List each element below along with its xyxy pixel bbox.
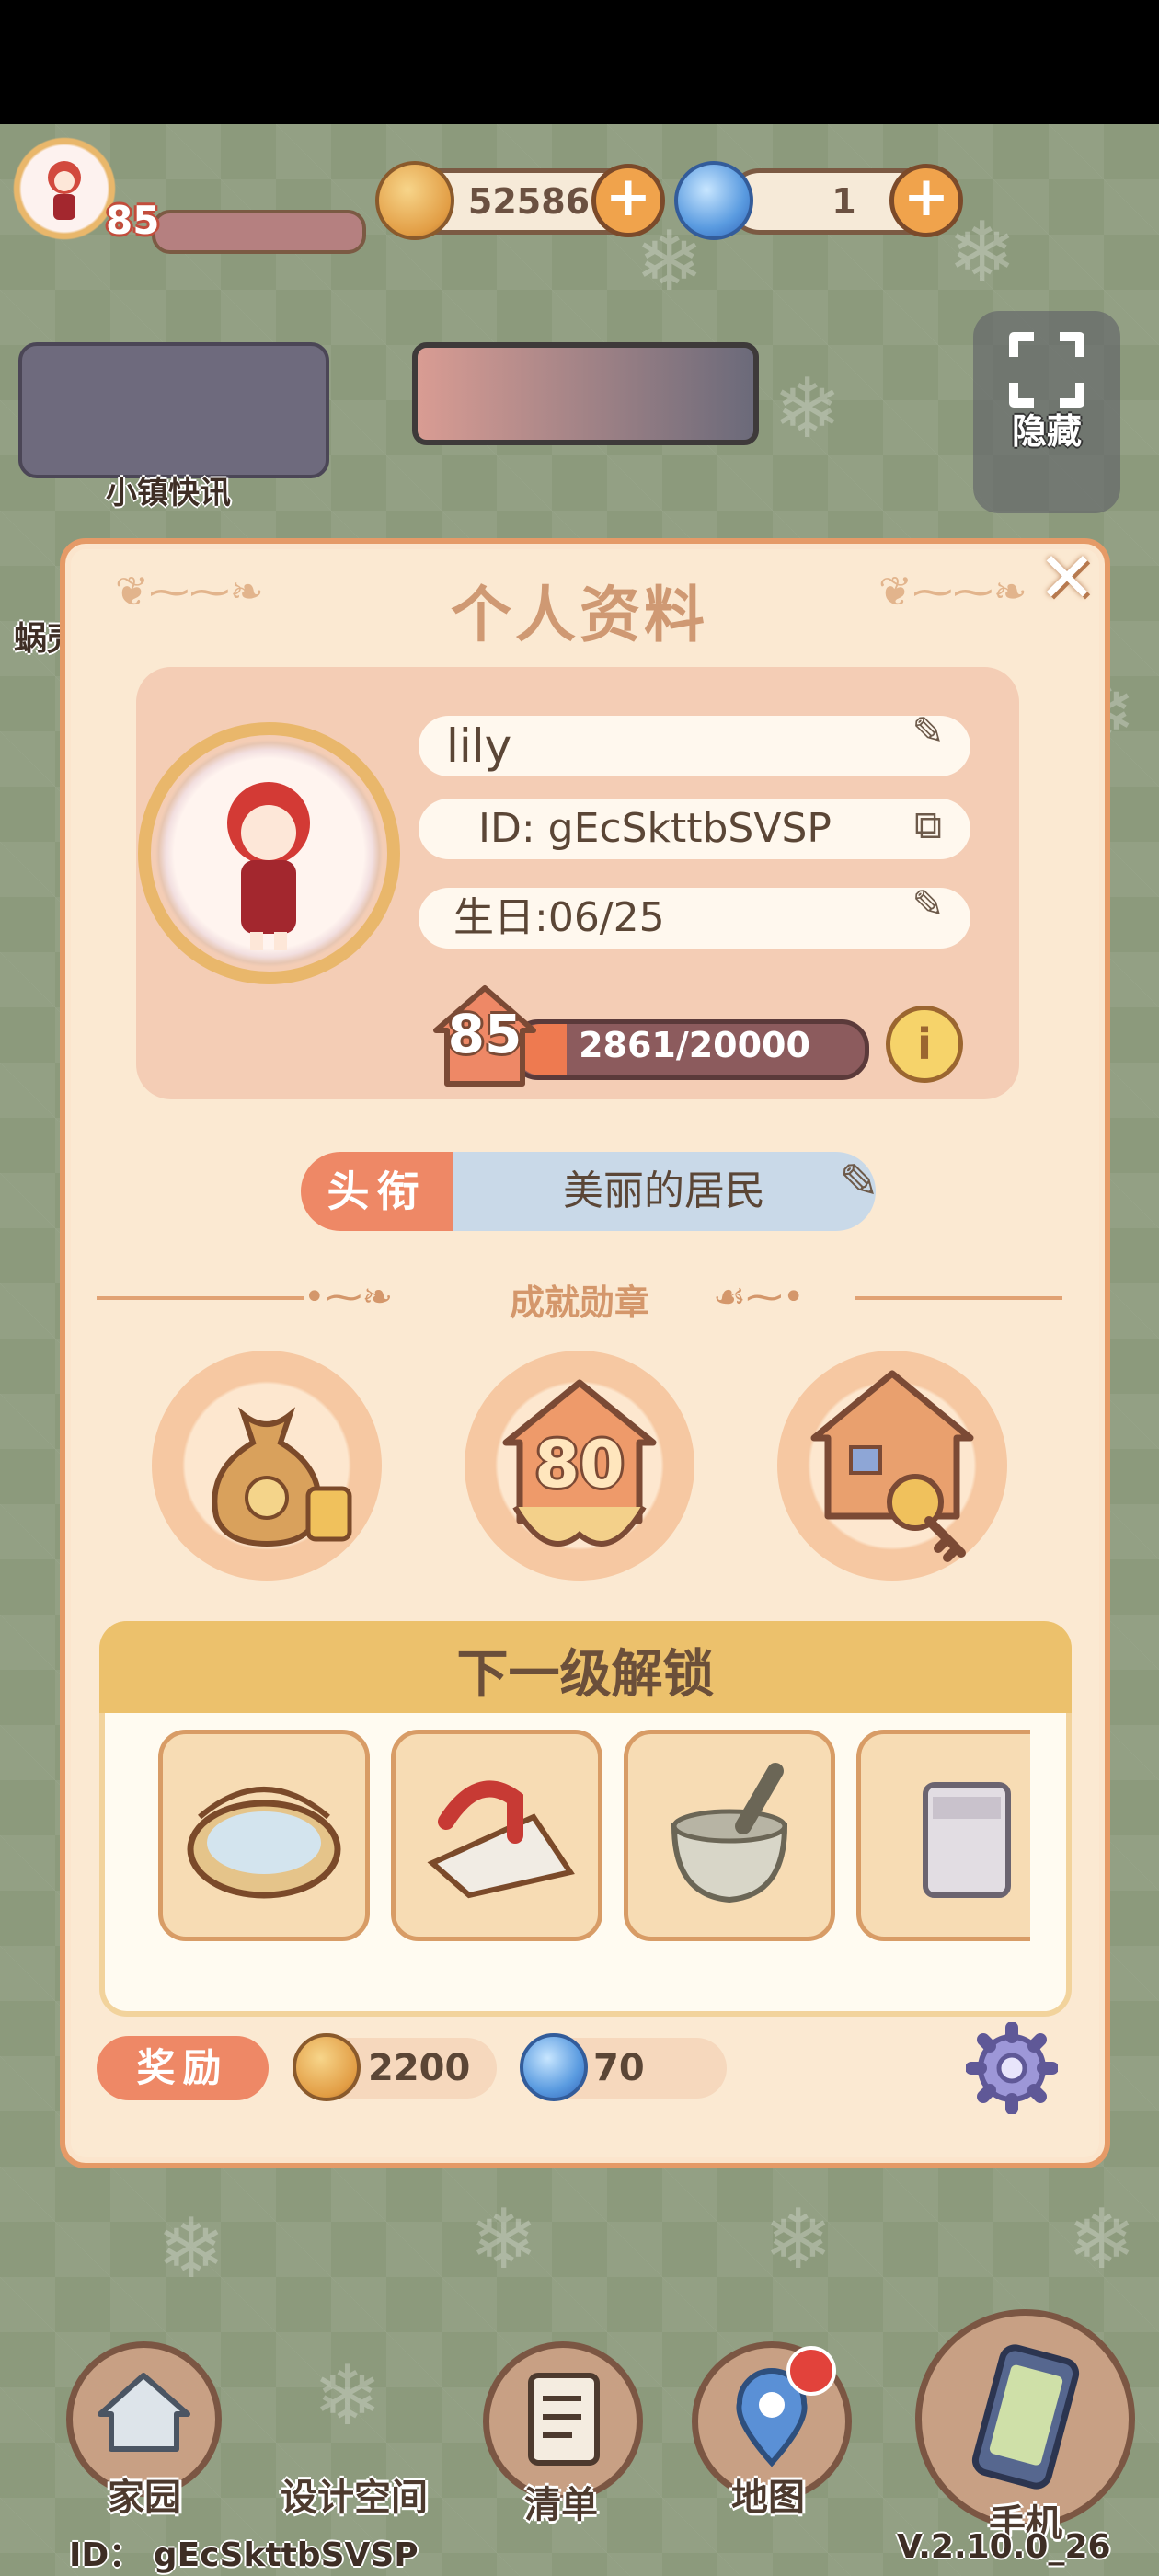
- id-value: ID: gEcSkttbSVSP: [478, 805, 832, 852]
- coin-icon: [375, 161, 454, 240]
- unlock-items-scroller[interactable]: [110, 1720, 1030, 1950]
- town-news-label: 小镇快讯: [106, 475, 231, 512]
- snowflake-icon: ❄: [947, 204, 1017, 301]
- divider-left: [97, 1296, 304, 1300]
- house-key-icon: [810, 1370, 974, 1562]
- nav-design-label[interactable]: 设计空间: [262, 2467, 446, 2521]
- snowflake-icon: ❄: [1067, 2191, 1137, 2288]
- town-news-panel[interactable]: [18, 342, 329, 478]
- medal-80-text: 80: [534, 1427, 625, 1502]
- player-avatar[interactable]: [9, 133, 120, 244]
- profile-level: 85: [447, 1003, 522, 1065]
- status-bar: [0, 0, 1159, 124]
- next-unlock-label: 下一级解锁: [456, 1645, 715, 1705]
- ornament-left-icon: ❦⁓⁓❧: [115, 569, 264, 615]
- copy-id-icon[interactable]: ⧉: [901, 802, 955, 848]
- edit-title-icon[interactable]: ✎: [832, 1158, 886, 1206]
- avatar-frame-ring: [138, 722, 400, 984]
- map-notification-dot: [786, 2346, 836, 2396]
- info-button[interactable]: i: [886, 1006, 963, 1083]
- add-coins-button[interactable]: +: [591, 164, 665, 237]
- snowflake-icon: ❄: [156, 2201, 226, 2297]
- player-xp-bar: [152, 210, 366, 254]
- edit-birthday-icon[interactable]: ✎: [901, 881, 955, 927]
- add-gems-button[interactable]: +: [889, 164, 963, 237]
- gear-icon[interactable]: [966, 2022, 1058, 2114]
- snowflake-icon: ❄: [773, 361, 843, 457]
- gem-icon: [674, 161, 753, 240]
- unlock-item[interactable]: [158, 1730, 370, 1941]
- hide-label: 隐藏: [1011, 411, 1082, 452]
- medal-house-key[interactable]: [777, 1351, 1007, 1581]
- footer-version: V.2.10.0_26: [897, 2528, 1111, 2566]
- reward-label: 奖励: [97, 2036, 269, 2100]
- nav-home-label: 家园: [108, 2477, 181, 2519]
- title-tag-label: 头衔: [301, 1152, 453, 1231]
- medal-level-80[interactable]: 80: [465, 1351, 694, 1581]
- birthday-field[interactable]: 生日:06/25: [419, 888, 970, 949]
- unlock-item[interactable]: [856, 1730, 1030, 1941]
- xp-text: 2861/20000: [579, 1025, 810, 1065]
- medal-money-bag[interactable]: [152, 1351, 382, 1581]
- iron-icon: [427, 1780, 575, 1899]
- unlock-item[interactable]: [391, 1730, 602, 1941]
- footer-player-id: ID： gEcSkttbSVSP: [69, 2536, 419, 2574]
- edit-name-icon[interactable]: ✎: [901, 708, 955, 754]
- id-field: ID: gEcSkttbSVSP: [419, 799, 970, 859]
- ornament-icon: •⁓❧: [304, 1276, 394, 1318]
- ornament-icon: ☙⁓•: [713, 1276, 805, 1318]
- snowflake-icon: ❄: [763, 2191, 833, 2288]
- washing-machine-icon: [923, 1782, 1011, 1898]
- dialog-title: 个人资料: [451, 580, 708, 650]
- phone-icon: [971, 2344, 1080, 2490]
- snowflake-icon: ❄: [313, 2348, 383, 2444]
- sieve-basket-icon: [187, 1787, 341, 1899]
- achievements-label: 成就勋章: [509, 1282, 649, 1323]
- snowflake-icon: ❄: [469, 2191, 539, 2288]
- coin-icon: [293, 2033, 361, 2101]
- nav-list-label: 清单: [524, 2484, 598, 2526]
- name-value: lily: [446, 719, 512, 773]
- event-banner[interactable]: [412, 342, 759, 445]
- nav-map-label: 地图: [731, 2477, 805, 2519]
- divider-right: [855, 1296, 1062, 1300]
- ornament-right-icon: ❦⁓⁓❧: [878, 569, 1027, 615]
- unlock-item[interactable]: [624, 1730, 835, 1941]
- expand-icon: [1009, 332, 1084, 408]
- hide-button[interactable]: 隐藏: [973, 311, 1120, 513]
- money-bag-icon: [212, 1407, 352, 1547]
- player-avatar-image: [48, 161, 81, 220]
- list-icon: [528, 2373, 600, 2466]
- mortar-pestle-icon: [671, 1763, 788, 1903]
- gem-icon: [520, 2033, 588, 2101]
- birthday-value: 生日:06/25: [453, 894, 665, 941]
- title-tag-value: 美丽的居民: [453, 1152, 876, 1231]
- player-level: 85: [106, 198, 160, 243]
- name-field[interactable]: lily: [419, 716, 970, 776]
